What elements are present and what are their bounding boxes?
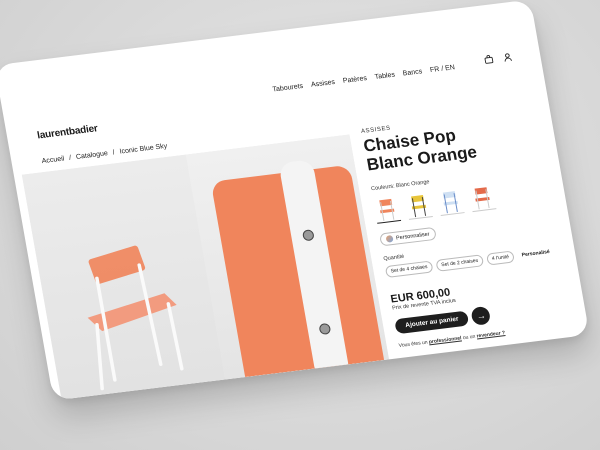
header: [0, 0, 539, 117]
reseller-link[interactable]: revendeur ?: [476, 330, 505, 339]
cart-icon[interactable]: [484, 54, 495, 66]
swatch-orange[interactable]: [372, 194, 402, 224]
arrow-right-icon[interactable]: →: [470, 305, 492, 326]
nav-item-tables[interactable]: Tables: [374, 72, 395, 81]
professional-link[interactable]: professionnel: [428, 335, 462, 345]
swatch-red-orange[interactable]: [467, 182, 497, 213]
header-icons: [484, 52, 514, 66]
nav-item-pateres[interactable]: Patères: [342, 75, 367, 85]
browser-window: laurentbadier Tabourets Assises Patères …: [0, 0, 590, 401]
personalize-button[interactable]: Personnaliser: [379, 226, 437, 247]
breadcrumb-separator: /: [68, 154, 72, 162]
language-switch[interactable]: FR / EN: [430, 64, 456, 74]
qty-custom[interactable]: Personalisé: [517, 247, 555, 261]
qty-unit[interactable]: 4 l'unité: [485, 250, 515, 266]
breadcrumb-current: Iconic Blue Sky: [119, 142, 168, 156]
add-to-cart-button[interactable]: Ajouter au panier: [394, 309, 470, 334]
breadcrumb-catalogue[interactable]: Catalogue: [76, 150, 109, 161]
nav-item-tabourets[interactable]: Tabourets: [272, 83, 304, 94]
swatch-blue[interactable]: [436, 186, 465, 216]
footer-mid: ou un: [462, 333, 476, 342]
swatch-yellow[interactable]: [404, 190, 433, 220]
breadcrumb-separator: /: [112, 149, 116, 157]
brand-logo[interactable]: laurentbadier: [36, 123, 98, 141]
qty-set-4[interactable]: Set de 4 chaises: [384, 260, 434, 279]
personalize-label: Personnaliser: [395, 231, 430, 242]
palette-icon: [385, 235, 394, 243]
breadcrumb-home[interactable]: Accueil: [41, 155, 65, 165]
nav-item-bancs[interactable]: Bancs: [402, 68, 423, 77]
product-info-panel: ASSISES Chaise Pop Blanc Orange Couleurs…: [361, 108, 569, 349]
account-icon[interactable]: [502, 52, 513, 64]
qty-set-2[interactable]: Set de 2 chaises: [435, 254, 485, 272]
nav-item-assises[interactable]: Assises: [310, 79, 335, 89]
product-gallery: [21, 134, 390, 400]
footer-prefix: Vous êtes un: [398, 339, 429, 350]
background: laurentbadier Tabourets Assises Patères …: [0, 0, 600, 450]
